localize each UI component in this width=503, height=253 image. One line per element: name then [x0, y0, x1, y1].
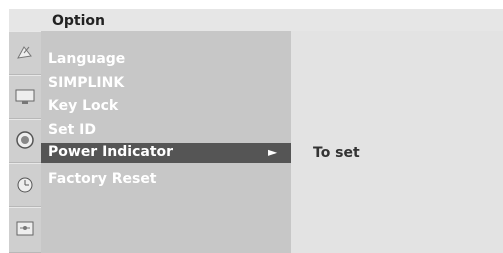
- option-settings-icon: [16, 221, 34, 236]
- menu-item-simplink[interactable]: SIMPLINK: [48, 75, 124, 91]
- speaker-icon: [16, 131, 34, 149]
- clock-icon: [17, 177, 33, 193]
- menu-item-power-indicator[interactable]: Power Indicator ►: [41, 143, 291, 163]
- time-category-tab[interactable]: [9, 163, 41, 207]
- satellite-dish-icon: [17, 46, 32, 59]
- option-menu-list: Language SIMPLINK Key Lock Set ID Factor…: [41, 31, 291, 253]
- submenu-panel: [291, 31, 503, 253]
- audio-category-tab[interactable]: [9, 119, 41, 163]
- submenu-value[interactable]: To set: [313, 145, 360, 161]
- menu-item-language[interactable]: Language: [48, 51, 125, 67]
- category-icon-bar: [9, 31, 41, 253]
- menu-item-label: Power Indicator: [48, 144, 174, 160]
- menu-item-key-lock[interactable]: Key Lock: [48, 98, 118, 114]
- option-category-tab[interactable]: [9, 207, 41, 253]
- menu-item-factory-reset[interactable]: Factory Reset: [48, 171, 157, 187]
- picture-category-tab[interactable]: [9, 75, 41, 119]
- tv-screen-icon: [15, 89, 35, 104]
- arrow-right-icon: ►: [268, 145, 278, 159]
- channel-category-tab[interactable]: [9, 31, 41, 75]
- menu-header: Option: [9, 9, 503, 31]
- menu-item-set-id[interactable]: Set ID: [48, 122, 96, 138]
- menu-title: Option: [52, 13, 105, 29]
